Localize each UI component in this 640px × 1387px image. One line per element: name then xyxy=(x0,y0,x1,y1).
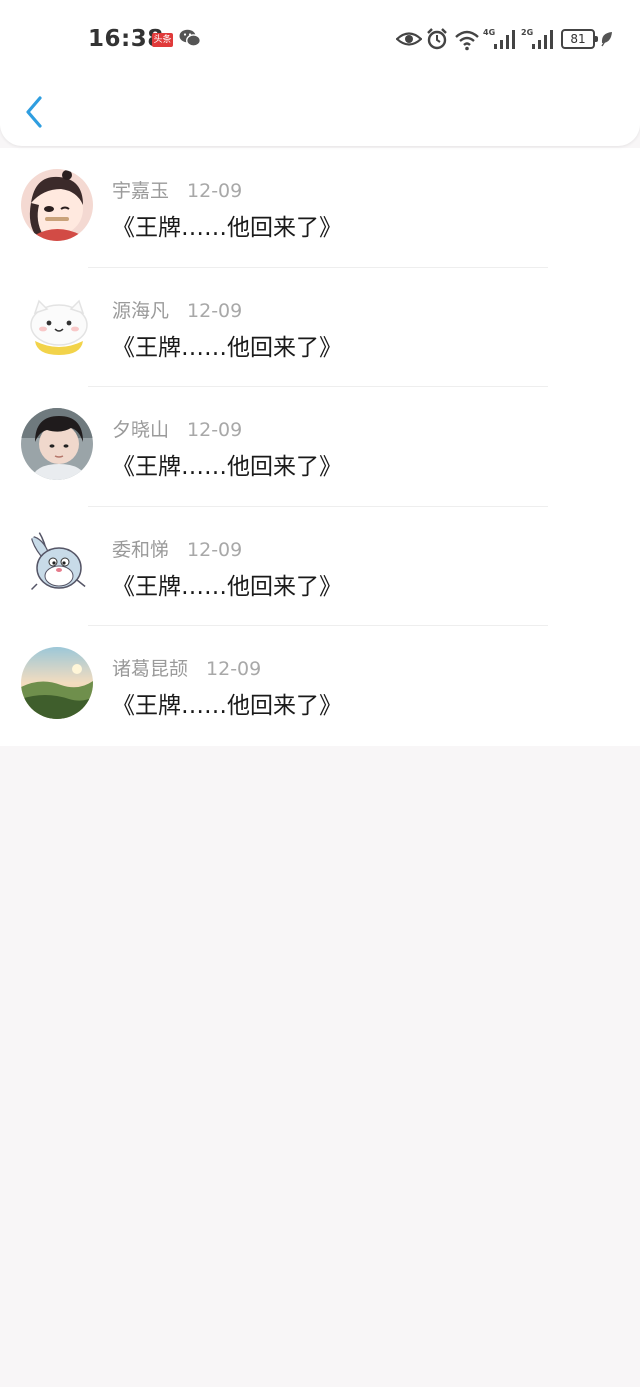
comment-text: 《王牌……他回来了》 xyxy=(112,454,342,481)
comment-meta: 源海凡 12-09 xyxy=(112,296,242,323)
list-item[interactable]: 宇嘉玉 12-09 《王牌……他回来了》 xyxy=(0,148,640,268)
comment-author[interactable]: 夕晓山 xyxy=(112,419,169,441)
avatar[interactable] xyxy=(21,408,93,481)
chevron-left-icon xyxy=(26,96,42,128)
status-bar: 16:38 头条 4G 2G 81 xyxy=(0,0,640,80)
comment-date: 12-09 xyxy=(187,538,243,561)
comment-meta: 诸葛昆颉 12-09 xyxy=(112,654,261,681)
alarm-clock-icon xyxy=(426,27,448,55)
avatar[interactable] xyxy=(21,288,93,361)
avatar[interactable] xyxy=(21,527,93,600)
leaf-icon xyxy=(600,31,614,51)
comment-date: 12-09 xyxy=(187,299,243,322)
comment-text: 《王牌……他回来了》 xyxy=(112,215,342,241)
comment-text: 《王牌……他回来了》 xyxy=(112,693,342,720)
list-item[interactable]: 诸葛昆颉 12-09 《王牌……他回来了》 xyxy=(0,626,640,746)
comment-meta: 夕晓山 12-09 xyxy=(112,415,242,442)
eye-icon xyxy=(395,30,423,52)
back-button[interactable] xyxy=(20,92,50,132)
comment-date: 12-09 xyxy=(206,658,262,681)
comment-meta: 宇嘉玉 12-09 xyxy=(112,176,242,203)
wechat-icon xyxy=(179,29,202,51)
comment-date: 12-09 xyxy=(187,180,243,202)
avatar[interactable] xyxy=(21,169,93,241)
avatar[interactable] xyxy=(21,647,93,720)
comment-meta: 委和悌 12-09 xyxy=(112,535,242,562)
comment-text: 《王牌……他回来了》 xyxy=(112,573,342,600)
wifi-icon xyxy=(454,29,480,55)
list-item[interactable]: 委和悌 12-09 《王牌……他回来了》 xyxy=(0,507,640,627)
battery-indicator: 81 xyxy=(561,29,598,49)
list-item[interactable]: 夕晓山 12-09 《王牌……他回来了》 xyxy=(0,387,640,507)
comment-text: 《王牌……他回来了》 xyxy=(112,334,342,361)
signal-strength-icon xyxy=(530,29,554,53)
comment-author[interactable]: 诸葛昆颉 xyxy=(112,658,188,680)
comment-list: 宇嘉玉 12-09 《王牌……他回来了》 源海凡 12-09 《王牌……他回来了》 xyxy=(0,148,640,746)
top-header: 16:38 头条 4G 2G 81 xyxy=(0,0,640,146)
comment-author[interactable]: 宇嘉玉 xyxy=(112,180,169,202)
toutiao-badge-icon: 头条 xyxy=(152,33,173,47)
comment-date: 12-09 xyxy=(187,419,243,442)
list-item[interactable]: 源海凡 12-09 《王牌……他回来了》 xyxy=(0,268,640,388)
comment-author[interactable]: 委和悌 xyxy=(112,539,169,561)
signal-strength-icon xyxy=(492,29,516,53)
comment-author[interactable]: 源海凡 xyxy=(112,300,169,322)
